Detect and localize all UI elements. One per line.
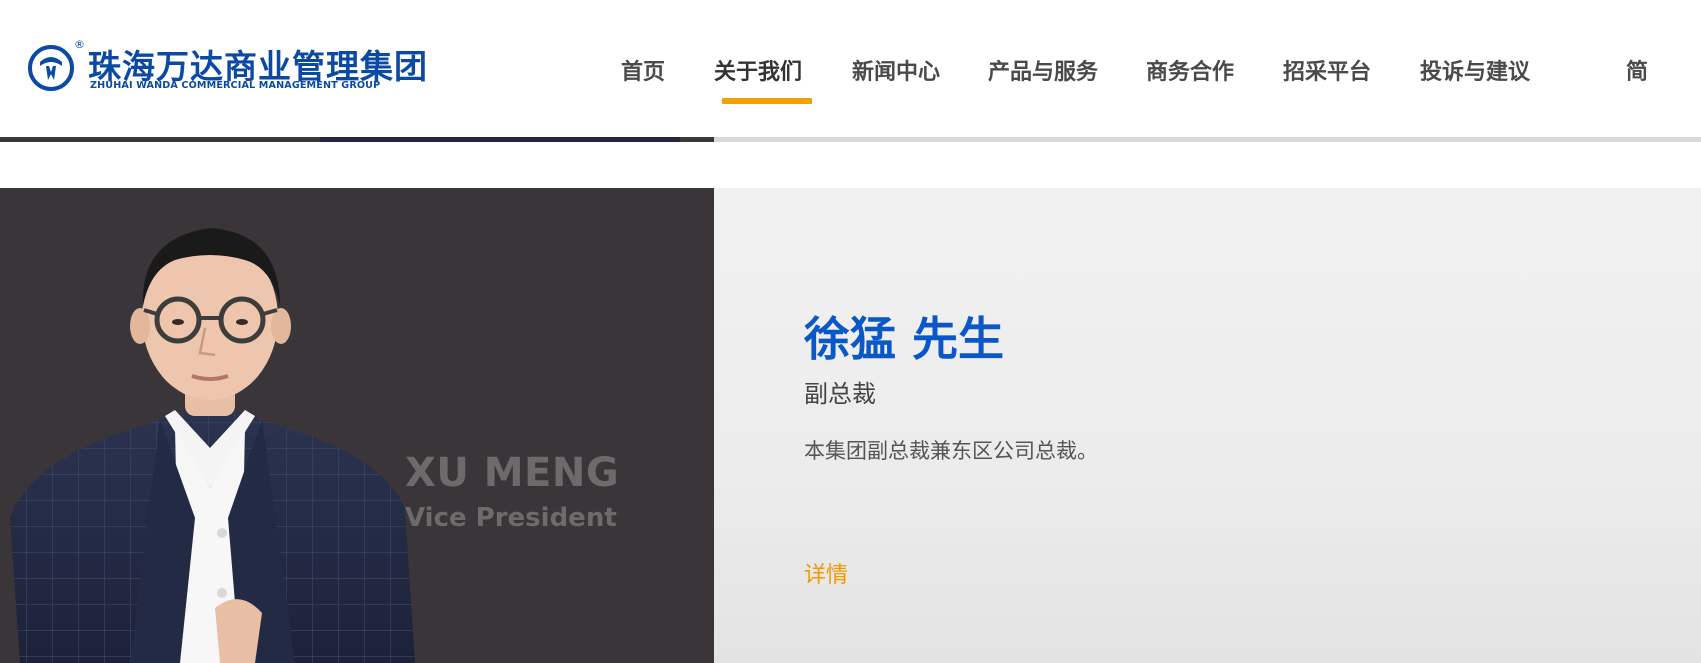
- nav-item-procurement[interactable]: 招采平台: [1283, 54, 1371, 86]
- site-header: ® 珠海万达商业管理集团 ZHUHAI WANDA COMMERCIAL MAN…: [0, 0, 1701, 140]
- executive-en-title: Vice President: [405, 503, 617, 533]
- executive-info-panel: 徐猛 先生 副总裁 本集团副总裁兼东区公司总裁。 详情: [714, 188, 1701, 663]
- executive-cn-name: 徐猛 先生: [804, 312, 1005, 366]
- nav-item-home[interactable]: 首页: [621, 54, 665, 86]
- header-divider-light: [714, 137, 1701, 142]
- executive-portrait: [10, 228, 415, 663]
- executive-en-name: XU MENG: [405, 450, 620, 496]
- registered-mark: ®: [74, 38, 85, 51]
- executive-bio: 本集团副总裁兼东区公司总裁。: [804, 439, 1098, 463]
- nav-item-products[interactable]: 产品与服务: [988, 54, 1098, 86]
- nav-item-news[interactable]: 新闻中心: [852, 54, 940, 86]
- nav-item-about[interactable]: 关于我们: [714, 54, 802, 86]
- nav-active-indicator: [722, 98, 812, 104]
- details-link[interactable]: 详情: [804, 557, 848, 589]
- nav-item-business[interactable]: 商务合作: [1146, 54, 1234, 86]
- nav-item-complaints[interactable]: 投诉与建议: [1420, 54, 1530, 86]
- language-switch[interactable]: 简: [1626, 54, 1648, 86]
- executive-photo-panel: XU MENG Vice President: [0, 188, 714, 663]
- header-divider-image-strip: [320, 137, 680, 142]
- main-nav: 首页 关于我们 新闻中心 产品与服务 商务合作 招采平台 投诉与建议 简: [0, 54, 1701, 94]
- executive-cn-title: 副总裁: [804, 380, 876, 408]
